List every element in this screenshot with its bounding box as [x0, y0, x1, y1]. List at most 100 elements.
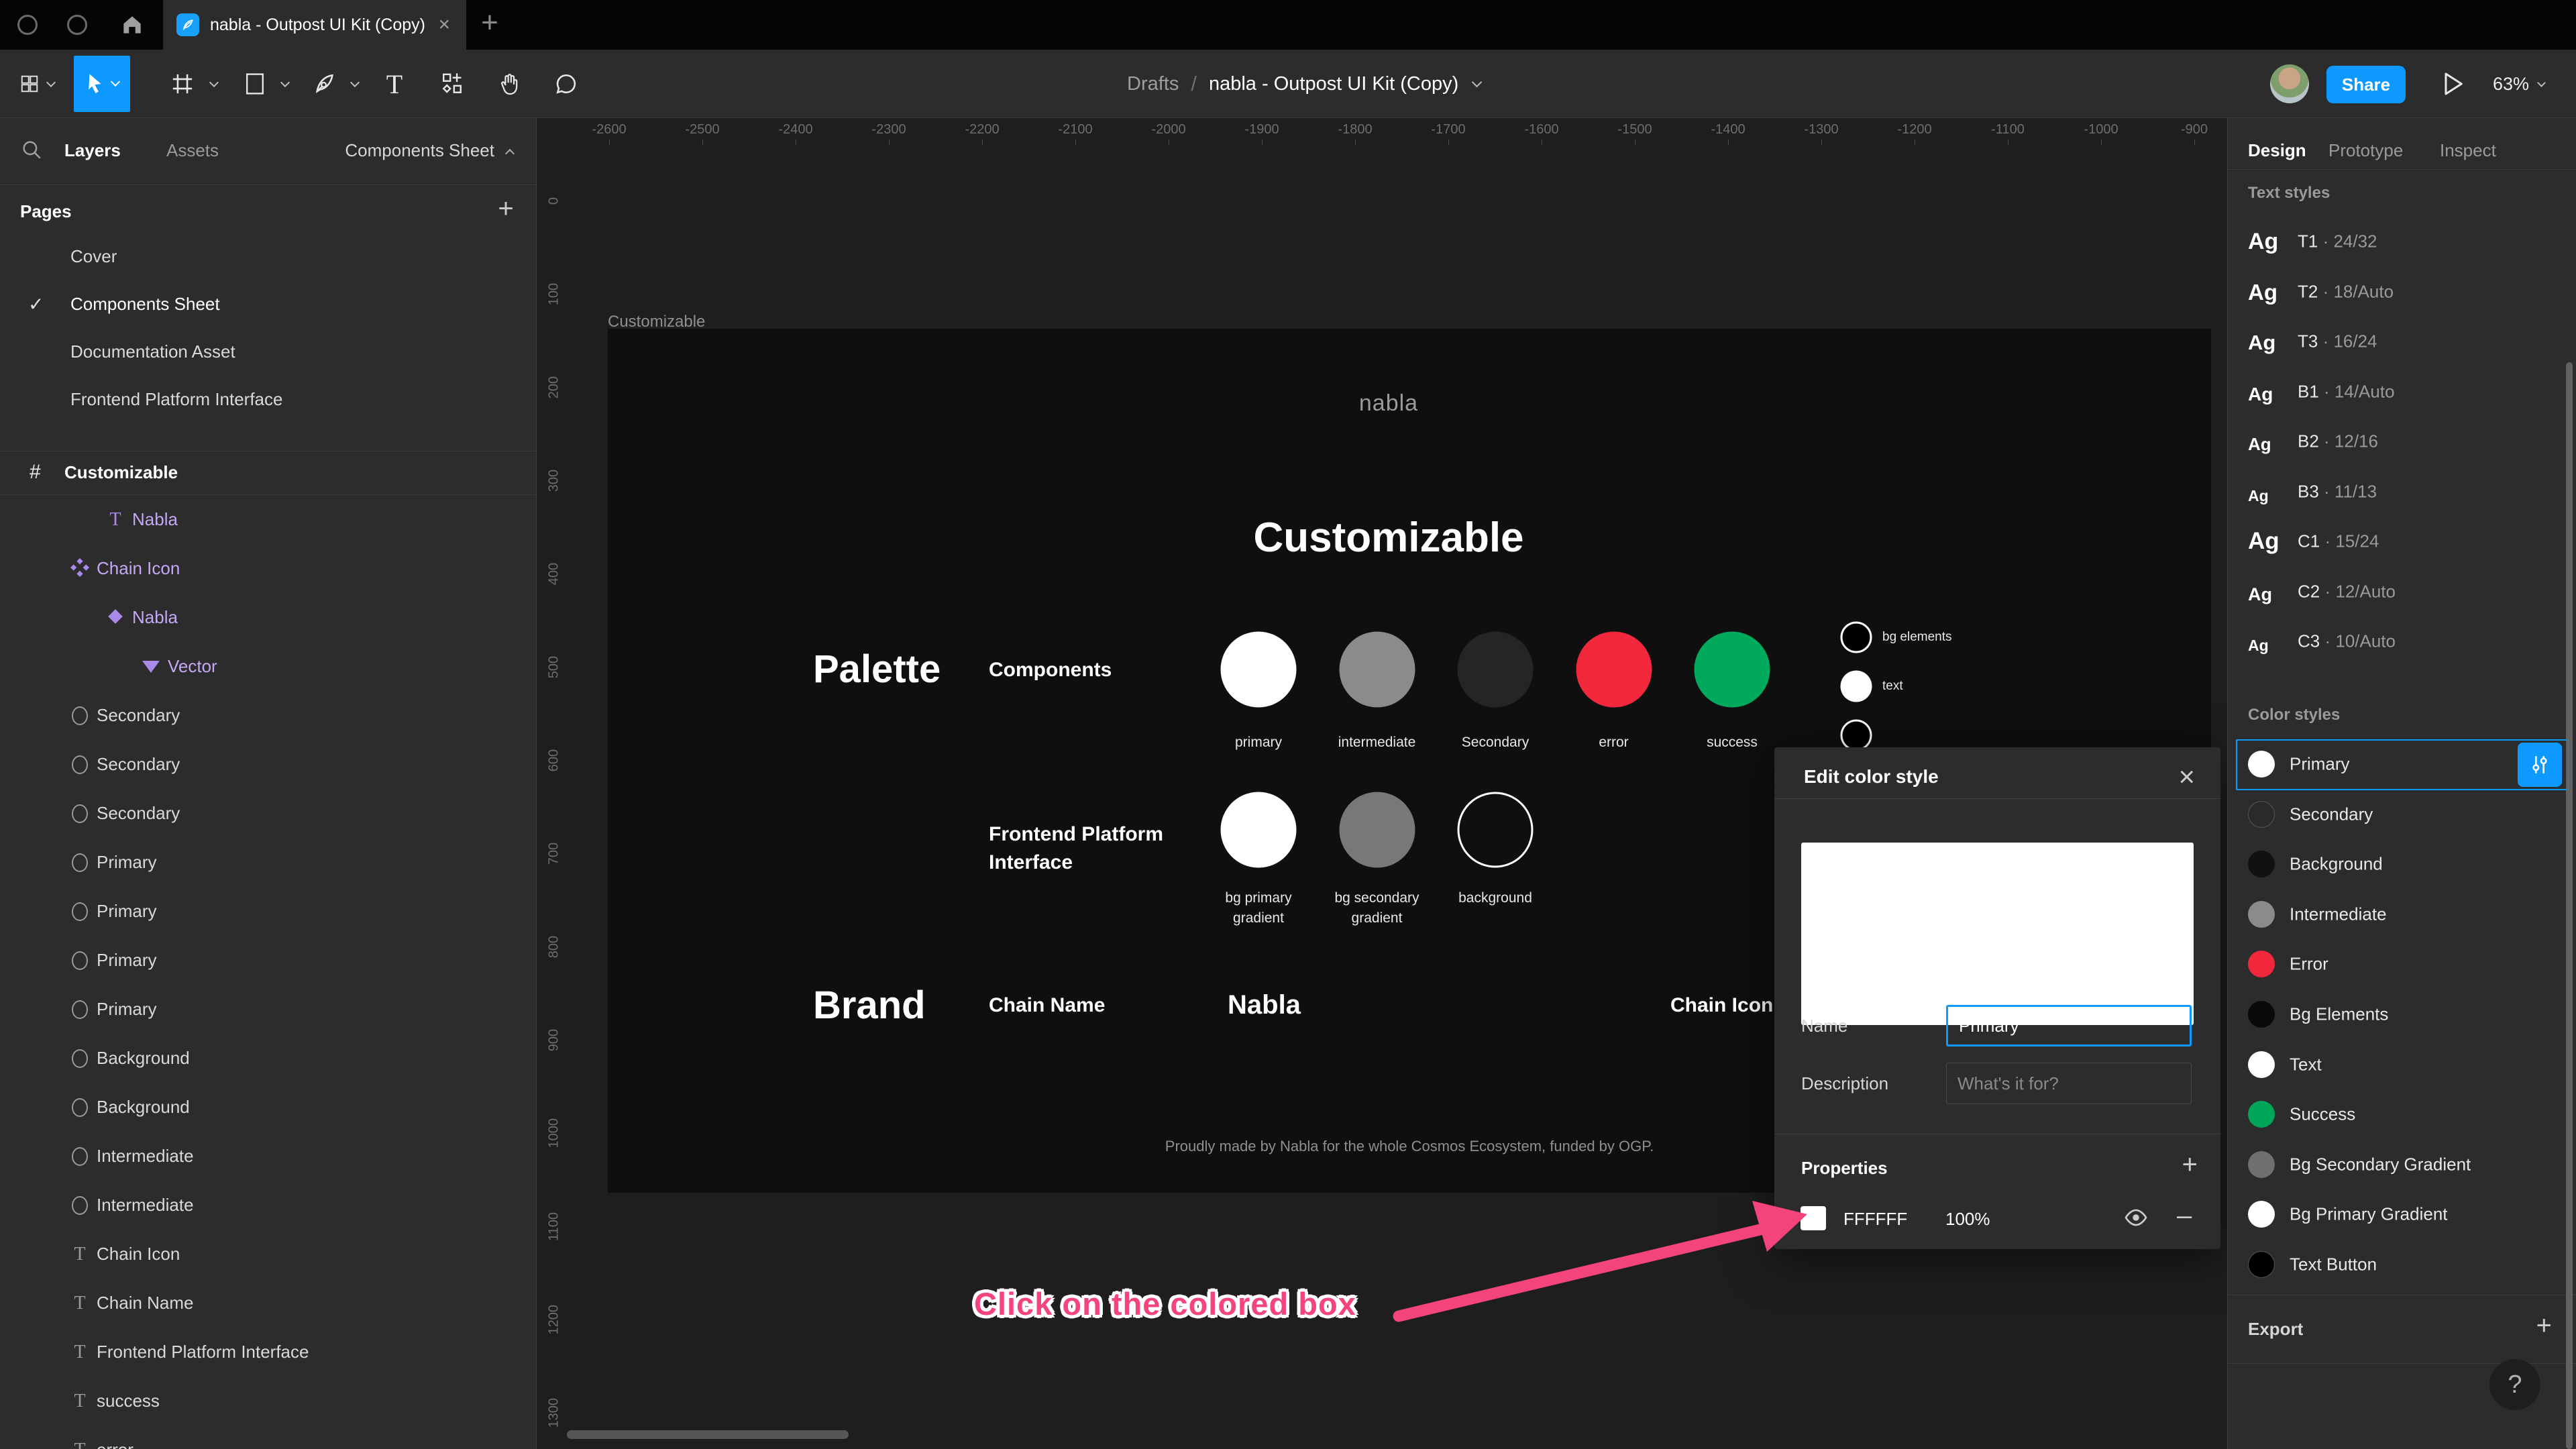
layer-row[interactable]: Primary [0, 838, 536, 887]
palette-swatch-error[interactable] [1576, 631, 1652, 708]
layer-row[interactable]: Nabla [0, 593, 536, 642]
add-export-button[interactable]: + [2536, 1311, 2552, 1341]
layer-row[interactable]: Primary [0, 887, 536, 936]
color-style-row-secondary[interactable]: Secondary [2228, 790, 2576, 839]
palette-swatch-success[interactable] [1694, 631, 1770, 708]
color-style-row-background[interactable]: Background [2228, 839, 2576, 889]
text-style-row[interactable]: Ag B1 · 14/Auto [2228, 368, 2576, 416]
text-style-row[interactable]: Ag C1 · 15/24 [2228, 517, 2576, 566]
text-style-row[interactable]: Ag C2 · 12/Auto [2228, 568, 2576, 616]
layer-row[interactable]: Vector [0, 642, 536, 691]
layer-row[interactable]: T Nabla [0, 495, 536, 544]
hand-tool-button[interactable] [488, 56, 531, 112]
tab-layers[interactable]: Layers [64, 140, 121, 161]
layer-row[interactable]: Terror [0, 1426, 536, 1449]
panel-scrollbar[interactable] [2566, 362, 2573, 1449]
color-style-row-bg-primary-gradient[interactable]: Bg Primary Gradient [2228, 1189, 2576, 1239]
color-style-row-text[interactable]: Text [2228, 1040, 2576, 1089]
text-style-row[interactable]: Ag T1 · 24/32 [2228, 217, 2576, 266]
new-tab-button[interactable]: + [474, 8, 506, 40]
share-button[interactable]: Share [2326, 66, 2406, 103]
fpi-swatch[interactable] [1457, 792, 1534, 868]
zoom-control[interactable]: 63% [2493, 50, 2546, 118]
nav-circle-icon[interactable] [17, 15, 38, 35]
edit-style-button[interactable] [2518, 743, 2562, 787]
shape-tool-button[interactable] [233, 56, 276, 112]
tab-design[interactable]: Design [2248, 140, 2306, 161]
layer-row[interactable]: T Chain Name [0, 1279, 536, 1328]
side-swatch[interactable] [1840, 621, 1872, 653]
breadcrumb-file[interactable]: nabla - Outpost UI Kit (Copy) [1209, 73, 1458, 95]
text-style-row[interactable]: Ag B3 · 11/13 [2228, 468, 2576, 516]
color-style-row-text-button[interactable]: Text Button [2228, 1240, 2576, 1289]
name-input[interactable]: Primary [1946, 1005, 2192, 1046]
color-style-row-intermediate[interactable]: Intermediate [2228, 890, 2576, 939]
color-preview-swatch[interactable] [1801, 843, 2194, 1025]
layer-row[interactable]: Tsuccess [0, 1377, 536, 1426]
tab-close-icon[interactable]: × [435, 15, 453, 35]
avatar[interactable] [2270, 64, 2309, 103]
frame-tool-button[interactable] [161, 56, 204, 112]
text-style-row[interactable]: Ag B2 · 12/16 [2228, 417, 2576, 466]
comment-tool-button[interactable] [545, 56, 588, 112]
document-tab[interactable]: nabla - Outpost UI Kit (Copy) × [163, 0, 466, 50]
property-hex-value[interactable]: FFFFFF [1843, 1209, 1907, 1230]
color-style-row-success[interactable]: Success [2228, 1089, 2576, 1139]
property-opacity-value[interactable]: 100% [1945, 1209, 1990, 1230]
description-input[interactable]: What's it for? [1946, 1063, 2192, 1104]
present-icon[interactable] [2439, 70, 2466, 101]
palette-swatch-primary[interactable] [1220, 631, 1297, 708]
page-row[interactable]: ✓ Components Sheet [0, 281, 536, 329]
main-menu-button[interactable] [13, 56, 60, 112]
add-property-button[interactable]: + [2182, 1150, 2198, 1180]
layer-row[interactable]: T Frontend Platform Interface [0, 1328, 536, 1377]
chevron-down-icon[interactable] [280, 77, 290, 88]
remove-property-button[interactable]: – [2177, 1201, 2192, 1231]
color-style-row-bg-elements[interactable]: Bg Elements [2228, 989, 2576, 1039]
move-tool-button[interactable] [74, 56, 130, 112]
side-swatch[interactable] [1840, 670, 1872, 702]
visibility-eye-icon[interactable] [2123, 1205, 2149, 1234]
layer-row[interactable]: Secondary [0, 740, 536, 789]
layer-row[interactable]: Secondary [0, 789, 536, 838]
tab-inspect[interactable]: Inspect [2440, 140, 2496, 161]
close-icon[interactable]: × [2173, 758, 2200, 796]
fpi-swatch[interactable] [1220, 792, 1297, 868]
pen-tool-button[interactable] [303, 56, 346, 112]
search-icon[interactable] [20, 138, 43, 164]
color-style-row-error[interactable]: Error [2228, 939, 2576, 989]
layer-row[interactable]: Secondary [0, 691, 536, 740]
add-page-button[interactable]: + [490, 193, 522, 225]
nav-circle-icon[interactable] [67, 15, 87, 35]
page-selector[interactable]: Components Sheet [345, 140, 515, 161]
page-row[interactable]: Cover [0, 233, 536, 281]
layer-row-frame[interactable]: # Customizable [0, 451, 536, 495]
layer-row[interactable]: Background [0, 1034, 536, 1083]
text-tool-button[interactable]: T [373, 56, 416, 112]
fpi-swatch[interactable] [1339, 792, 1415, 868]
tab-assets[interactable]: Assets [166, 140, 219, 161]
home-icon[interactable] [119, 12, 145, 38]
palette-swatch-secondary[interactable] [1457, 631, 1534, 708]
layer-row[interactable]: Chain Icon [0, 544, 536, 593]
text-style-row[interactable]: Ag C3 · 10/Auto [2228, 617, 2576, 665]
layer-row[interactable]: Background [0, 1083, 536, 1132]
palette-swatch-intermediate[interactable] [1339, 631, 1415, 708]
breadcrumb-folder[interactable]: Drafts [1127, 73, 1179, 95]
text-style-row[interactable]: Ag T2 · 18/Auto [2228, 268, 2576, 316]
page-row[interactable]: Frontend Platform Interface [0, 376, 536, 424]
chevron-down-icon[interactable] [350, 77, 360, 88]
tab-prototype[interactable]: Prototype [2328, 140, 2403, 161]
layer-row[interactable]: T Chain Icon [0, 1230, 536, 1279]
layer-row[interactable]: Primary [0, 985, 536, 1034]
color-style-row-bg-secondary-gradient[interactable]: Bg Secondary Gradient [2228, 1140, 2576, 1189]
chevron-down-icon[interactable] [209, 77, 219, 88]
text-style-row[interactable]: Ag T3 · 16/24 [2228, 317, 2576, 366]
layer-row[interactable]: Intermediate [0, 1132, 536, 1181]
help-button[interactable]: ? [2489, 1359, 2540, 1410]
layer-row[interactable]: Primary [0, 936, 536, 985]
property-color-swatch[interactable] [1801, 1206, 1826, 1230]
chevron-down-icon[interactable] [1472, 76, 1483, 87]
resources-tool-button[interactable] [431, 56, 474, 112]
page-row[interactable]: Documentation Asset [0, 329, 536, 376]
